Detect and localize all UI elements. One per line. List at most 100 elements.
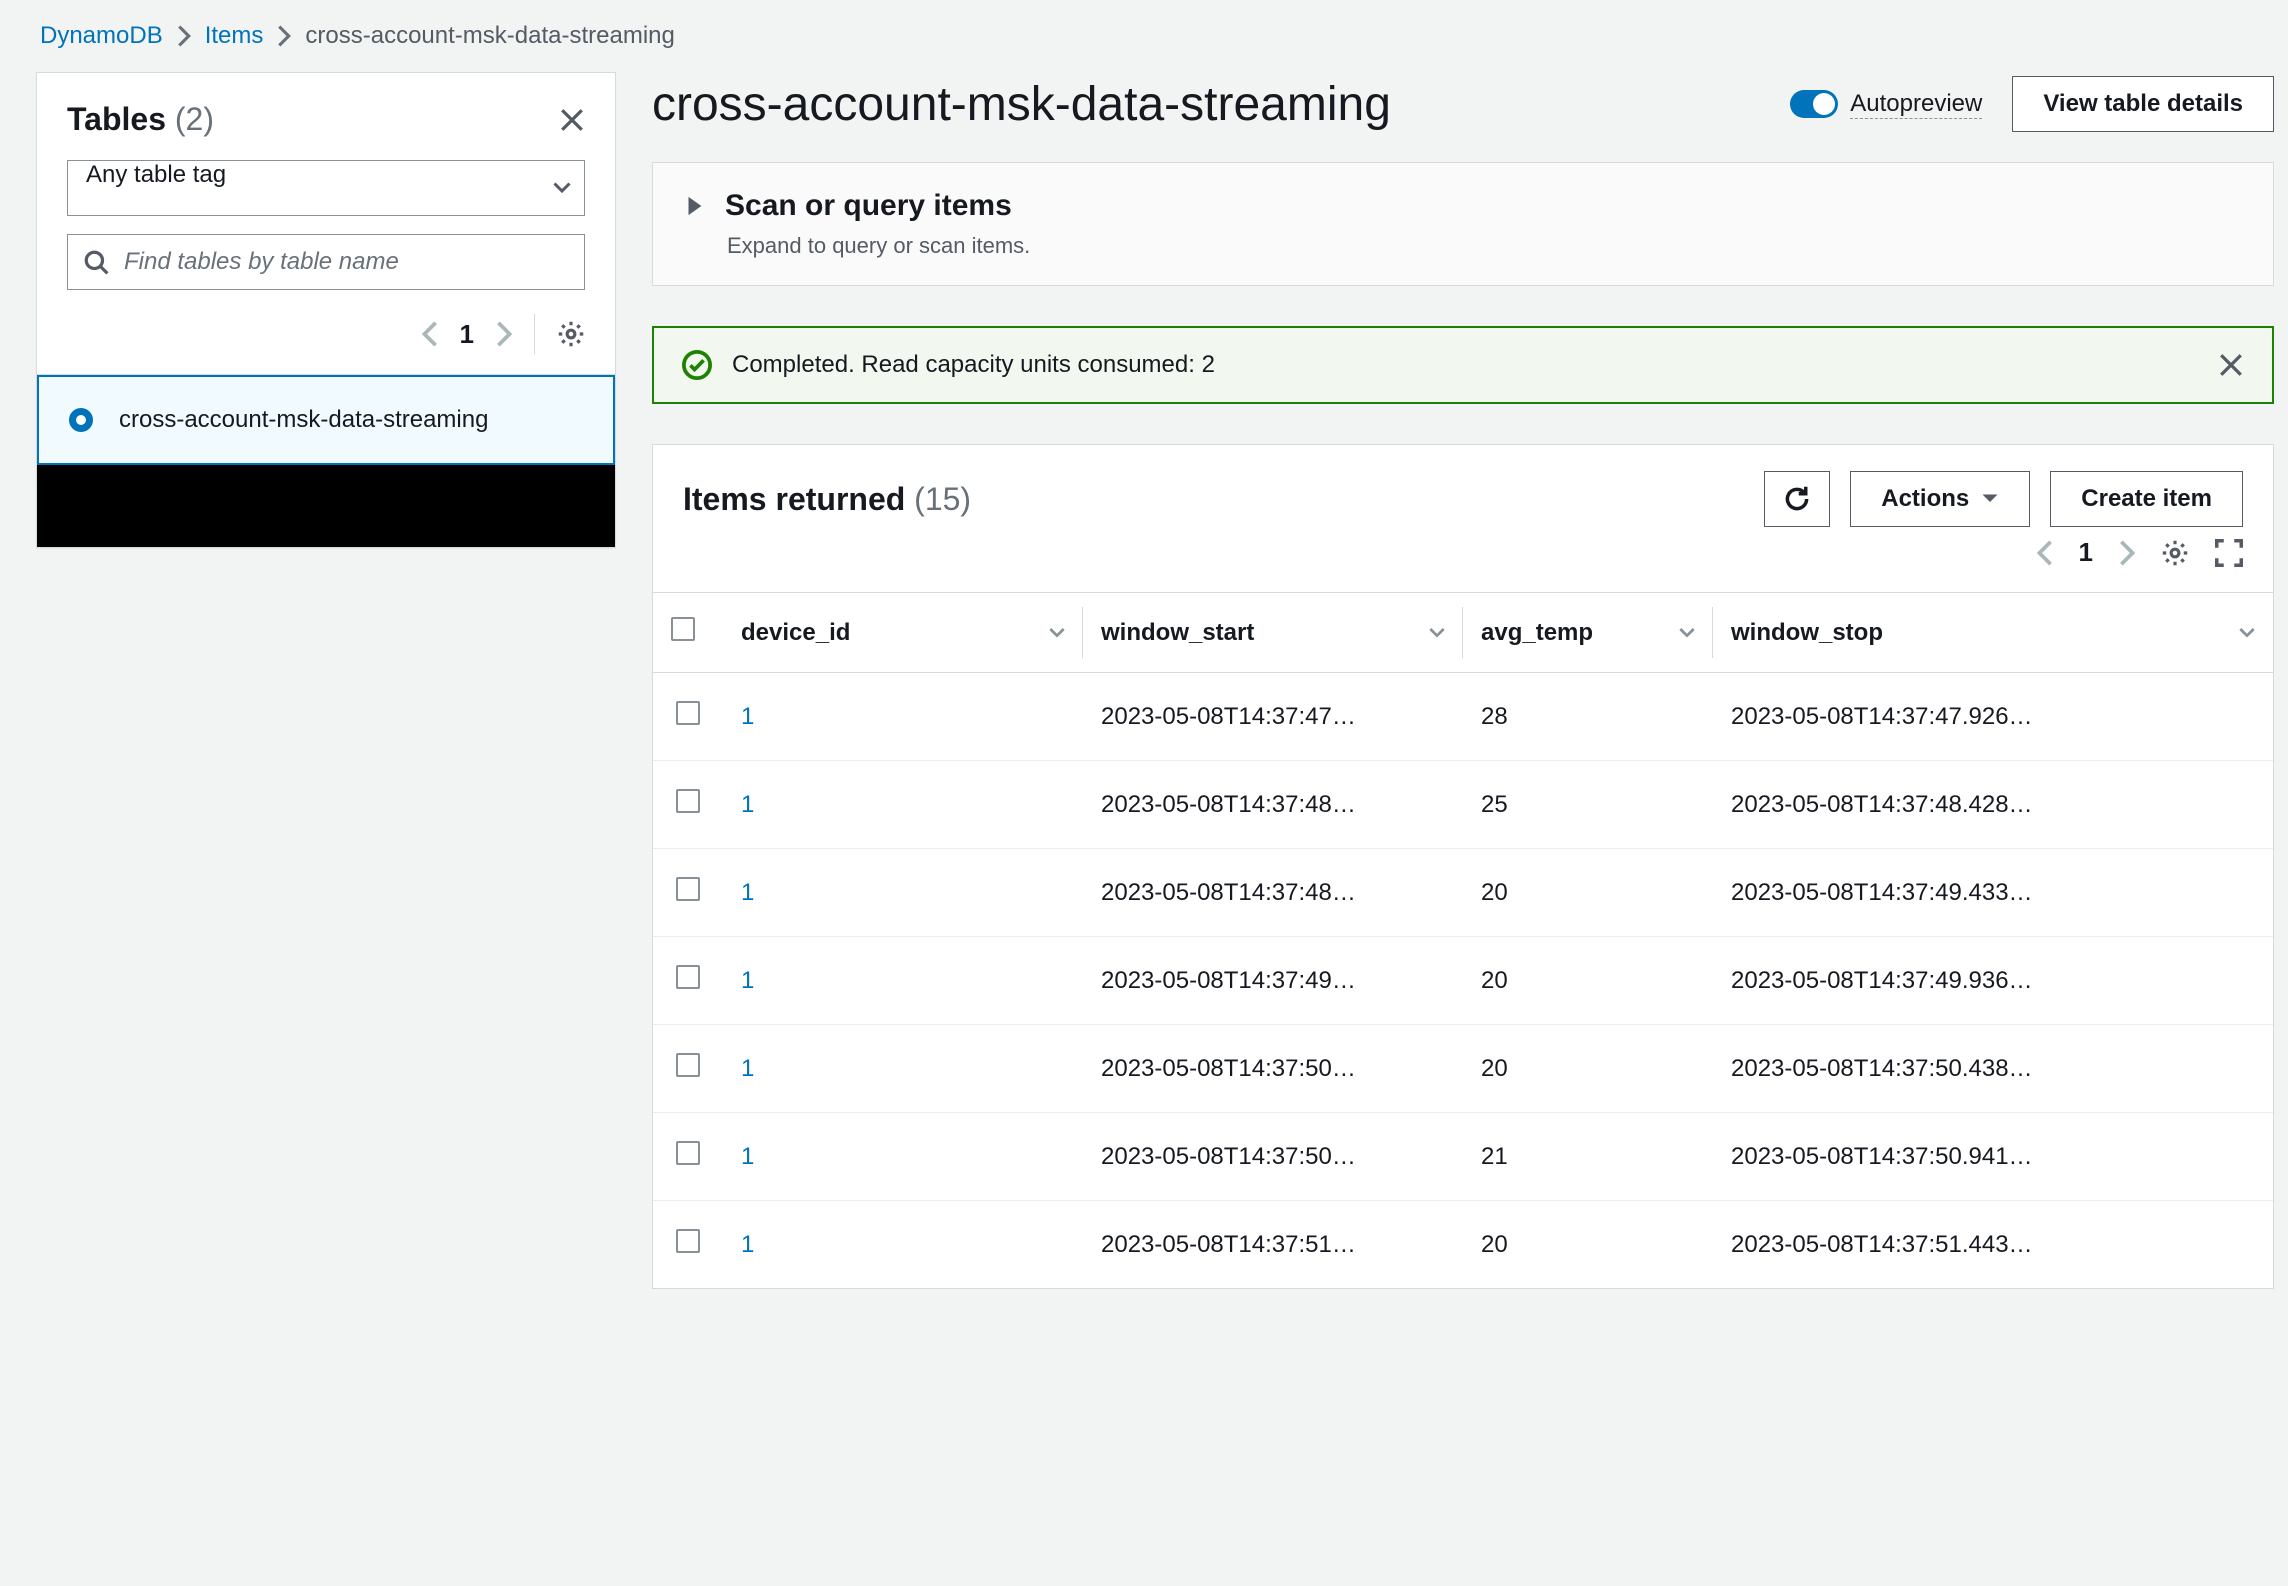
table-row: 12023-05-08T14:37:47…282023-05-08T14:37:… xyxy=(653,673,2273,761)
table-list: cross-account-msk-data-streaming xyxy=(37,374,615,547)
col-device-id[interactable]: device_id xyxy=(723,593,1083,673)
cell-device-id: 1 xyxy=(723,673,1083,761)
table-row: 12023-05-08T14:37:50…202023-05-08T14:37:… xyxy=(653,1025,2273,1113)
cell-avg-temp: 20 xyxy=(1463,849,1713,937)
sort-icon[interactable] xyxy=(1429,627,1445,639)
table-item-selected[interactable]: cross-account-msk-data-streaming xyxy=(37,375,615,465)
device-id-link[interactable]: 1 xyxy=(741,1143,754,1170)
breadcrumb-items[interactable]: Items xyxy=(205,22,264,50)
prev-page-icon[interactable] xyxy=(422,321,438,347)
table-row: 1 2023-05-08T14:37:50…212023-05-08T14:37:… xyxy=(653,1113,2273,1201)
col-window-start[interactable]: window_start xyxy=(1083,593,1463,673)
scan-query-panel[interactable]: Scan or query items Expand to query or s… xyxy=(652,162,2274,286)
cell-window-stop: 2023-05-08T14:37:49.433… xyxy=(1713,849,2273,937)
radio-selected-icon[interactable] xyxy=(69,408,93,432)
table-search-input[interactable] xyxy=(67,234,585,290)
cell-avg-temp: 20 xyxy=(1463,937,1713,1025)
device-id-link[interactable]: 1 xyxy=(741,879,754,906)
checkbox-icon[interactable] xyxy=(676,877,700,901)
chevron-right-icon xyxy=(277,25,291,47)
cell-device-id: 1 xyxy=(723,1113,1083,1201)
check-circle-icon xyxy=(682,350,712,380)
row-checkbox-cell[interactable] xyxy=(653,761,723,849)
sort-icon[interactable] xyxy=(2239,627,2255,639)
device-id-link[interactable]: 1 xyxy=(741,967,754,994)
col-window-stop[interactable]: window_stop xyxy=(1713,593,2273,673)
next-page-icon[interactable] xyxy=(496,321,512,347)
breadcrumb: DynamoDB Items cross-account-msk-data-st… xyxy=(0,0,2288,72)
row-checkbox-cell[interactable] xyxy=(653,1113,723,1201)
cell-window-start: 2023-05-08T14:37:47… xyxy=(1083,673,1463,761)
cell-avg-temp: 20 xyxy=(1463,1201,1713,1289)
cell-device-id: 1 xyxy=(723,1201,1083,1289)
checkbox-icon[interactable] xyxy=(676,1229,700,1253)
chevron-right-icon xyxy=(177,25,191,47)
items-prev-page-icon[interactable] xyxy=(2037,540,2053,566)
device-id-link[interactable]: 1 xyxy=(741,791,754,818)
checkbox-icon[interactable] xyxy=(676,1141,700,1165)
table-row: 12023-05-08T14:37:49…202023-05-08T14:37:… xyxy=(653,937,2273,1025)
autopreview-toggle[interactable]: Autopreview xyxy=(1790,90,1982,119)
cell-window-start: 2023-05-08T14:37:50… xyxy=(1083,1113,1463,1201)
caret-down-icon xyxy=(1981,493,1999,505)
cell-window-start: 2023-05-08T14:37:51… xyxy=(1083,1201,1463,1289)
table-row: 12023-05-08T14:37:48…252023-05-08T14:37:… xyxy=(653,761,2273,849)
cell-window-stop: 2023-05-08T14:37:47.926… xyxy=(1713,673,2273,761)
toggle-on-icon[interactable] xyxy=(1790,90,1838,118)
checkbox-icon[interactable] xyxy=(671,617,695,641)
cell-device-id: 1 xyxy=(723,761,1083,849)
items-gear-icon[interactable] xyxy=(2161,539,2189,567)
tables-heading: Tables (2) xyxy=(67,101,214,138)
table-row: 1 2023-05-08T14:37:51…202023-05-08T14:37:… xyxy=(653,1201,2273,1289)
cell-window-stop: 2023-05-08T14:37:49.936… xyxy=(1713,937,2273,1025)
sort-icon[interactable] xyxy=(1679,627,1695,639)
success-alert: Completed. Read capacity units consumed:… xyxy=(652,326,2274,404)
items-returned-heading: Items returned (15) xyxy=(683,481,971,518)
sort-icon[interactable] xyxy=(1049,627,1065,639)
table-row: 12023-05-08T14:37:48…202023-05-08T14:37:… xyxy=(653,849,2273,937)
page-number: 1 xyxy=(460,319,474,350)
checkbox-icon[interactable] xyxy=(676,1053,700,1077)
cell-window-stop: 2023-05-08T14:37:50.438… xyxy=(1713,1025,2273,1113)
page-title: cross-account-msk-data-streaming xyxy=(652,77,1391,132)
scan-query-subtitle: Expand to query or scan items. xyxy=(683,223,2243,259)
refresh-button[interactable] xyxy=(1764,471,1830,527)
cell-avg-temp: 21 xyxy=(1463,1113,1713,1201)
row-checkbox-cell[interactable] xyxy=(653,673,723,761)
items-next-page-icon[interactable] xyxy=(2119,540,2135,566)
col-avg-temp[interactable]: avg_temp xyxy=(1463,593,1713,673)
cell-window-stop: 2023-05-08T14:37:51.443… xyxy=(1713,1201,2273,1289)
checkbox-icon[interactable] xyxy=(676,701,700,725)
divider xyxy=(534,314,535,354)
device-id-link[interactable]: 1 xyxy=(741,1231,754,1258)
checkbox-icon[interactable] xyxy=(676,965,700,989)
cell-window-start: 2023-05-08T14:37:48… xyxy=(1083,761,1463,849)
expand-right-icon[interactable] xyxy=(683,195,705,217)
breadcrumb-dynamodb[interactable]: DynamoDB xyxy=(40,22,163,50)
checkbox-icon[interactable] xyxy=(676,789,700,813)
fullscreen-icon[interactable] xyxy=(2215,539,2243,567)
row-checkbox-cell[interactable] xyxy=(653,849,723,937)
gear-icon[interactable] xyxy=(557,320,585,348)
view-table-details-button[interactable]: View table details xyxy=(2012,76,2274,132)
device-id-link[interactable]: 1 xyxy=(741,703,754,730)
cell-device-id: 1 xyxy=(723,937,1083,1025)
cell-window-stop: 2023-05-08T14:37:48.428… xyxy=(1713,761,2273,849)
tag-filter-select[interactable]: Any table tag xyxy=(67,160,585,216)
select-all-header[interactable] xyxy=(653,593,723,673)
cell-window-stop: 2023-05-08T14:37:50.941… xyxy=(1713,1113,2273,1201)
row-checkbox-cell[interactable] xyxy=(653,937,723,1025)
row-checkbox-cell[interactable] xyxy=(653,1025,723,1113)
close-icon[interactable] xyxy=(559,107,585,133)
alert-text: Completed. Read capacity units consumed:… xyxy=(732,351,1215,379)
table-item-redacted[interactable] xyxy=(37,465,615,547)
device-id-link[interactable]: 1 xyxy=(741,1055,754,1082)
actions-button[interactable]: Actions xyxy=(1850,471,2030,527)
cell-device-id: 1 xyxy=(723,849,1083,937)
create-item-button[interactable]: Create item xyxy=(2050,471,2243,527)
alert-close-icon[interactable] xyxy=(2218,352,2244,378)
table-item-label: cross-account-msk-data-streaming xyxy=(119,403,583,437)
cell-avg-temp: 20 xyxy=(1463,1025,1713,1113)
tables-panel: Tables (2) Any table tag xyxy=(36,72,616,548)
row-checkbox-cell[interactable] xyxy=(653,1201,723,1289)
